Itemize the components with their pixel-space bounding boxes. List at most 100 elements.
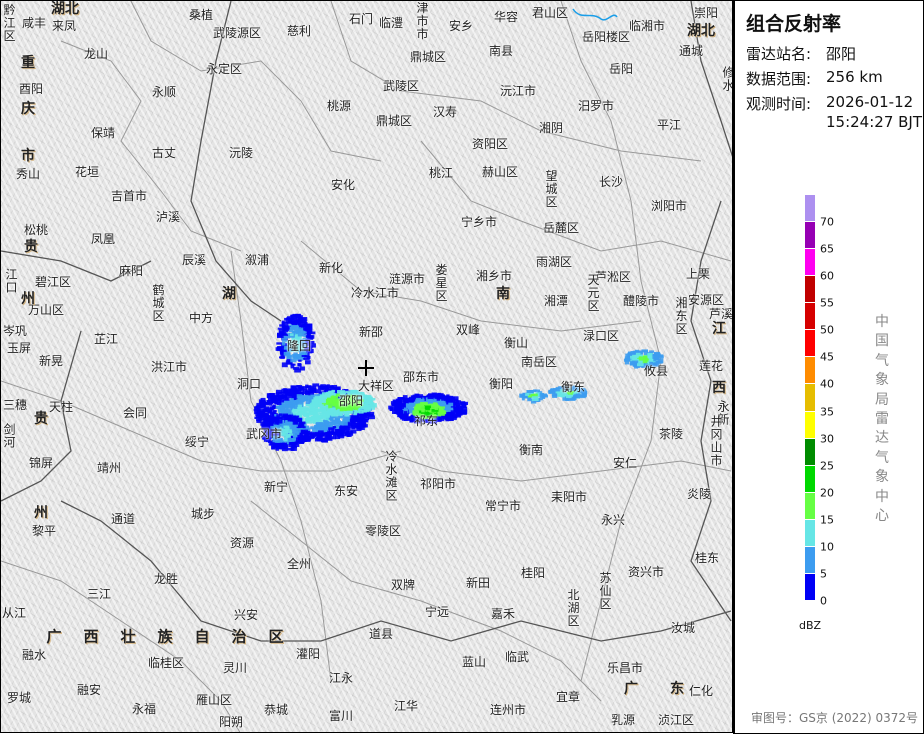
legend-unit: dBZ [799, 619, 822, 632]
colorbar-segment [805, 330, 815, 357]
place-label: 保靖 [90, 126, 116, 140]
radar-echo [278, 416, 283, 420]
station-label: 雷达站名: [746, 45, 812, 63]
radar-echo [294, 368, 301, 373]
colorbar-segment [805, 249, 815, 276]
radar-echo [401, 415, 409, 421]
place-label: 汉寿 [432, 105, 458, 119]
radar-echo [312, 428, 318, 433]
place-label: 汨罗市 [577, 99, 615, 113]
place-label: 新晃 [38, 354, 64, 368]
place-label: 沅江市 [499, 84, 537, 98]
place-label: 道县 [368, 627, 394, 641]
place-label: 龙胜 [153, 572, 179, 586]
place-label: 临桂区 [147, 656, 185, 670]
place-label: 全州 [286, 557, 312, 571]
place-label: 新化 [318, 261, 344, 275]
radar-echo [560, 393, 566, 398]
place-label: 双峰 [455, 323, 481, 337]
place-label: 湘东区 [674, 296, 688, 336]
place-label: 安仁 [612, 456, 638, 470]
radar-echo [448, 402, 454, 407]
province-label: 湖北 [687, 23, 715, 39]
radar-echo [331, 429, 335, 434]
place-label: 桃江 [428, 166, 454, 180]
radar-echo [323, 420, 328, 423]
place-label: 城步 [190, 507, 216, 521]
radar-echo [306, 419, 313, 424]
radar-echo [394, 400, 398, 403]
radar-echo [302, 331, 307, 334]
radar-echo [283, 388, 287, 392]
radar-echo [305, 360, 311, 365]
radar-echo [638, 356, 646, 361]
radar-echo [631, 360, 639, 364]
colorbar-tick-label: 35 [820, 405, 834, 419]
place-label: 资阳区 [471, 137, 509, 151]
radar-echo [253, 409, 260, 412]
radar-echo [350, 421, 356, 426]
radar-echo [333, 411, 339, 415]
place-label: 江华 [393, 699, 419, 713]
colorbar-tick-label: 60 [820, 269, 834, 283]
radar-echo [277, 333, 284, 339]
radar-echo [461, 410, 467, 415]
radar-echo [534, 389, 541, 392]
radar-echo [297, 404, 302, 408]
radar-echo [368, 405, 376, 410]
place-label: 零陵区 [364, 524, 402, 538]
radar-echo [284, 431, 289, 435]
radar-echo [461, 403, 467, 408]
place-label: 宁乡市 [460, 215, 498, 229]
radar-echo [389, 406, 397, 412]
place-label: 湘潭 [543, 294, 569, 308]
place-label: 酉阳 [18, 82, 44, 96]
place-label: 新邵 [358, 325, 384, 339]
radar-echo [301, 355, 307, 358]
place-label: 崇阳 [693, 6, 719, 20]
radar-echo [284, 420, 289, 424]
place-label: 邵东市 [402, 370, 440, 384]
place-label: 永兴 [600, 513, 626, 527]
province-label: 庆 [21, 101, 35, 117]
radar-echo [331, 389, 336, 392]
radar-echo [539, 393, 544, 398]
radar-echo [296, 440, 300, 444]
place-label: 冷水滩区 [384, 450, 398, 502]
place-label: 蓝山 [461, 655, 487, 669]
place-label: 罗城 [6, 691, 32, 705]
radar-echo [439, 408, 444, 411]
radar-echo [282, 394, 288, 397]
radar-echo [286, 317, 290, 321]
place-label: 慈利 [286, 24, 312, 38]
radar-map[interactable]: 黔江区 咸丰 来凤 桑植 武陵源区 慈利 石门 龙山 永定区 酉阳 永顺 桃源 保靖 古丈 沅陵 秀山 花垣 吉首… [0, 0, 733, 733]
place-label: 天柱 [48, 400, 74, 414]
place-label: 岳阳 [608, 62, 634, 76]
radar-echo [269, 399, 275, 403]
place-label: 雨湖区 [535, 255, 573, 269]
radar-echo [450, 410, 455, 414]
map-approval-number: 审图号：GS京 (2022) 0372号 [751, 711, 918, 725]
radar-echo [292, 408, 298, 412]
radar-echo [283, 397, 290, 401]
place-label: 桂东 [694, 551, 720, 565]
place-label: 炎陵 [686, 487, 712, 501]
place-label: 安乡 [448, 19, 474, 33]
radar-echo [339, 412, 343, 417]
place-label: 桑植 [188, 8, 214, 22]
place-label: 三穗 [2, 398, 28, 412]
radar-echo [409, 417, 414, 423]
radar-echo [427, 396, 434, 400]
province-label: 重 [21, 55, 35, 71]
radar-echo [298, 411, 303, 415]
province-label: 西 [712, 380, 726, 396]
place-label: 天元区 [586, 273, 600, 313]
colorbar-tick-label: 15 [820, 513, 834, 527]
radar-echo [531, 396, 539, 402]
place-label: 从江 [1, 606, 27, 620]
place-label: 碧江区 [34, 275, 72, 289]
radar-echo [317, 404, 324, 408]
place-label: 绥宁 [184, 435, 210, 449]
place-label: 玉屏 [6, 341, 32, 355]
radar-echo [415, 399, 421, 404]
